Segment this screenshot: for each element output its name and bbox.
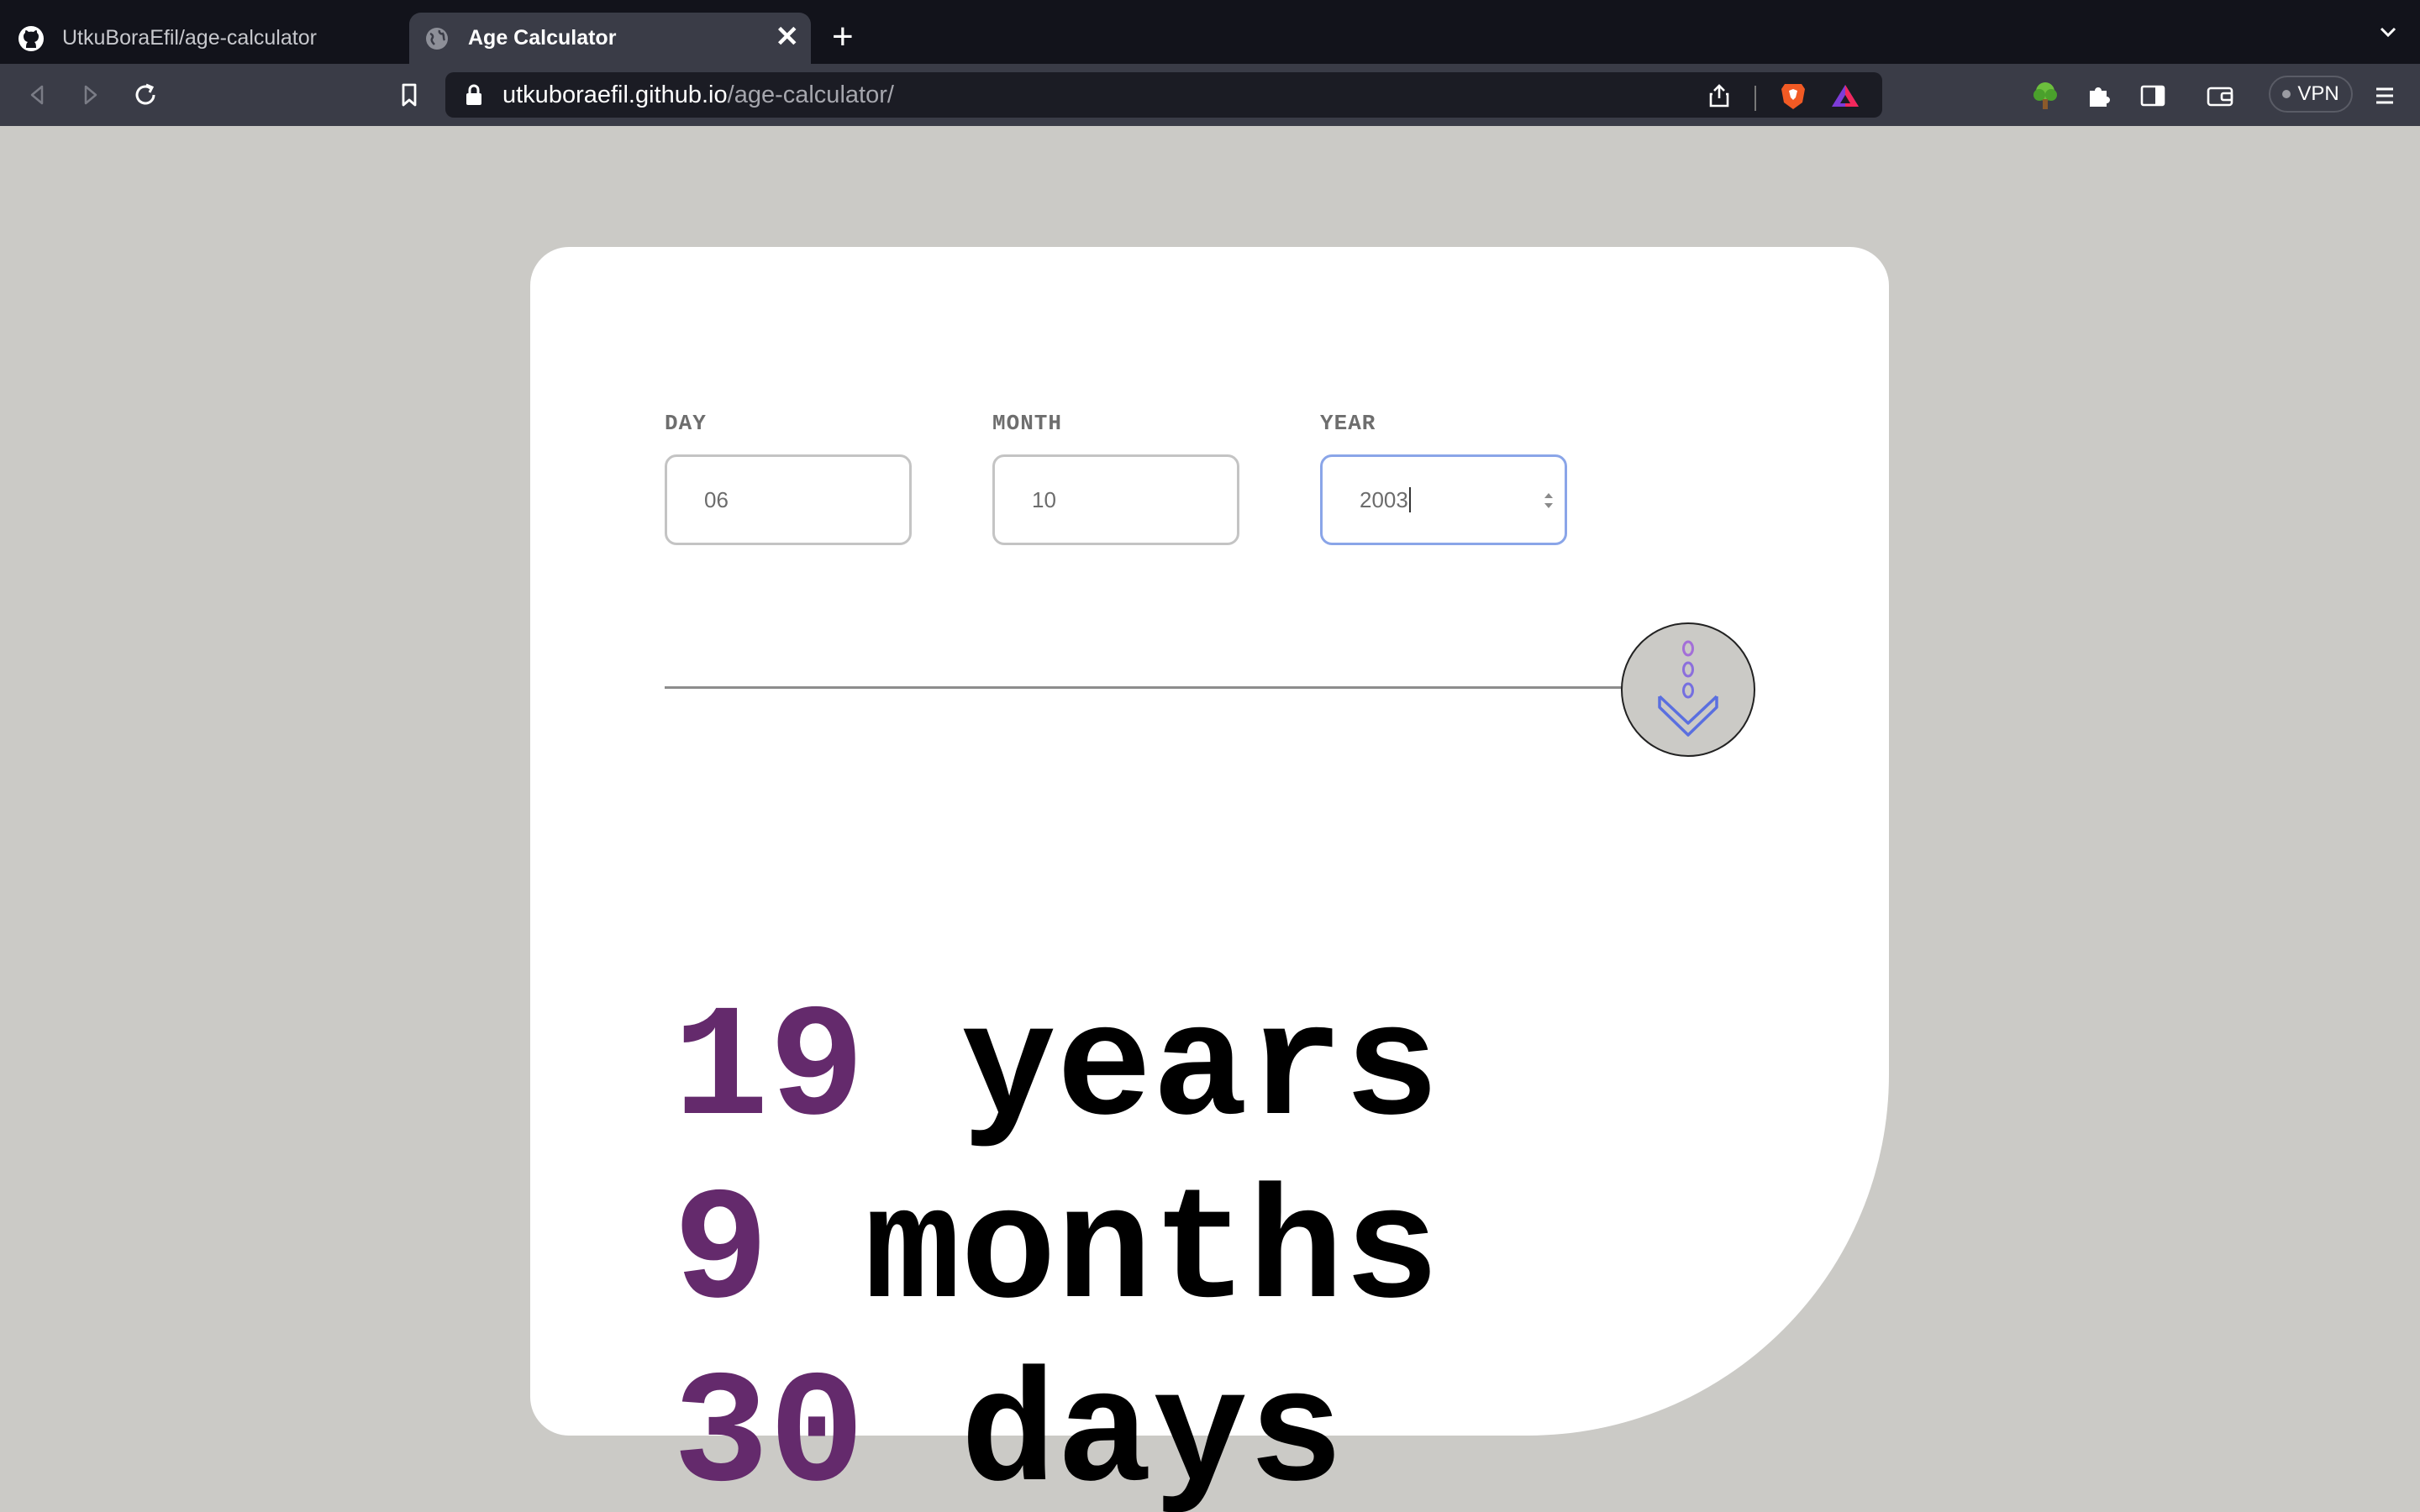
- month-field: MONTH 10: [992, 411, 1239, 545]
- vpn-status-dot: [2282, 90, 2291, 98]
- brave-rewards-icon[interactable]: [1830, 82, 1860, 113]
- months-unit: months: [865, 1164, 1440, 1345]
- day-input[interactable]: 06: [665, 454, 912, 545]
- result-months: 9 months: [673, 1171, 1439, 1339]
- year-input[interactable]: 2003: [1320, 454, 1567, 545]
- result-days: 30 days: [673, 1354, 1344, 1512]
- wallet-icon[interactable]: [2203, 79, 2237, 113]
- new-tab-icon[interactable]: +: [832, 18, 854, 55]
- tab-age-calculator[interactable]: Age Calculator ✕: [409, 13, 811, 64]
- address-bar[interactable]: utkuboraefil.github.io /age-calculator/: [445, 72, 1882, 118]
- month-label: MONTH: [992, 411, 1063, 436]
- bookmark-icon[interactable]: [393, 79, 425, 111]
- browser-toolbar: utkuboraefil.github.io /age-calculator/ …: [0, 64, 2420, 126]
- number-spinner-icon[interactable]: [1543, 491, 1555, 511]
- day-value: 06: [704, 486, 729, 512]
- url-host: utkuboraefil.github.io: [502, 81, 728, 108]
- tab-github-repo[interactable]: UtkuBoraEfil/age-calculator: [17, 13, 403, 64]
- tree-extension-icon[interactable]: [2028, 79, 2062, 113]
- arrow-down-icon: [1655, 629, 1722, 751]
- menu-icon[interactable]: [2368, 79, 2402, 113]
- sidebar-toggle-icon[interactable]: [2136, 79, 2170, 113]
- month-input[interactable]: 10: [992, 454, 1239, 545]
- chevron-down-icon[interactable]: [2376, 20, 2400, 48]
- year-field: YEAR 2003: [1320, 411, 1567, 545]
- back-icon[interactable]: [22, 79, 54, 111]
- days-unit: days: [960, 1347, 1344, 1512]
- reload-icon[interactable]: [129, 79, 161, 111]
- years-value: 19: [673, 981, 865, 1162]
- years-unit: years: [960, 981, 1440, 1162]
- day-label: DAY: [665, 411, 707, 436]
- forward-icon[interactable]: [74, 79, 106, 111]
- globe-icon: [423, 24, 451, 53]
- share-icon[interactable]: [1707, 83, 1731, 113]
- vpn-button[interactable]: VPN: [2269, 76, 2353, 113]
- days-value: 30: [673, 1347, 865, 1512]
- tab-title: Age Calculator: [468, 26, 617, 50]
- year-value: 2003: [1360, 486, 1408, 512]
- months-value: 9: [673, 1164, 770, 1345]
- calculate-button[interactable]: [1621, 622, 1755, 757]
- github-icon: [17, 24, 45, 53]
- browser-tab-bar: UtkuBoraEfil/age-calculator Age Calculat…: [0, 0, 2420, 64]
- divider: [665, 686, 1639, 689]
- day-field: DAY 06: [665, 411, 912, 545]
- separator: [1754, 85, 1756, 111]
- month-value: 10: [1032, 486, 1056, 512]
- url-path: /age-calculator/: [727, 81, 894, 108]
- tab-title: UtkuBoraEfil/age-calculator: [62, 26, 317, 50]
- text-caret: [1408, 487, 1411, 512]
- vpn-label: VPN: [2297, 82, 2339, 105]
- brave-shields-icon[interactable]: [1780, 81, 1807, 115]
- lock-icon: [464, 83, 484, 107]
- close-tab-icon[interactable]: ✕: [776, 23, 800, 51]
- result-years: 19 years: [673, 988, 1439, 1156]
- year-label: YEAR: [1320, 411, 1376, 436]
- extensions-icon[interactable]: [2082, 79, 2116, 113]
- age-calculator-card: DAY 06 MONTH 10 YEAR 2003 19 years 9 mon…: [530, 247, 1889, 1512]
